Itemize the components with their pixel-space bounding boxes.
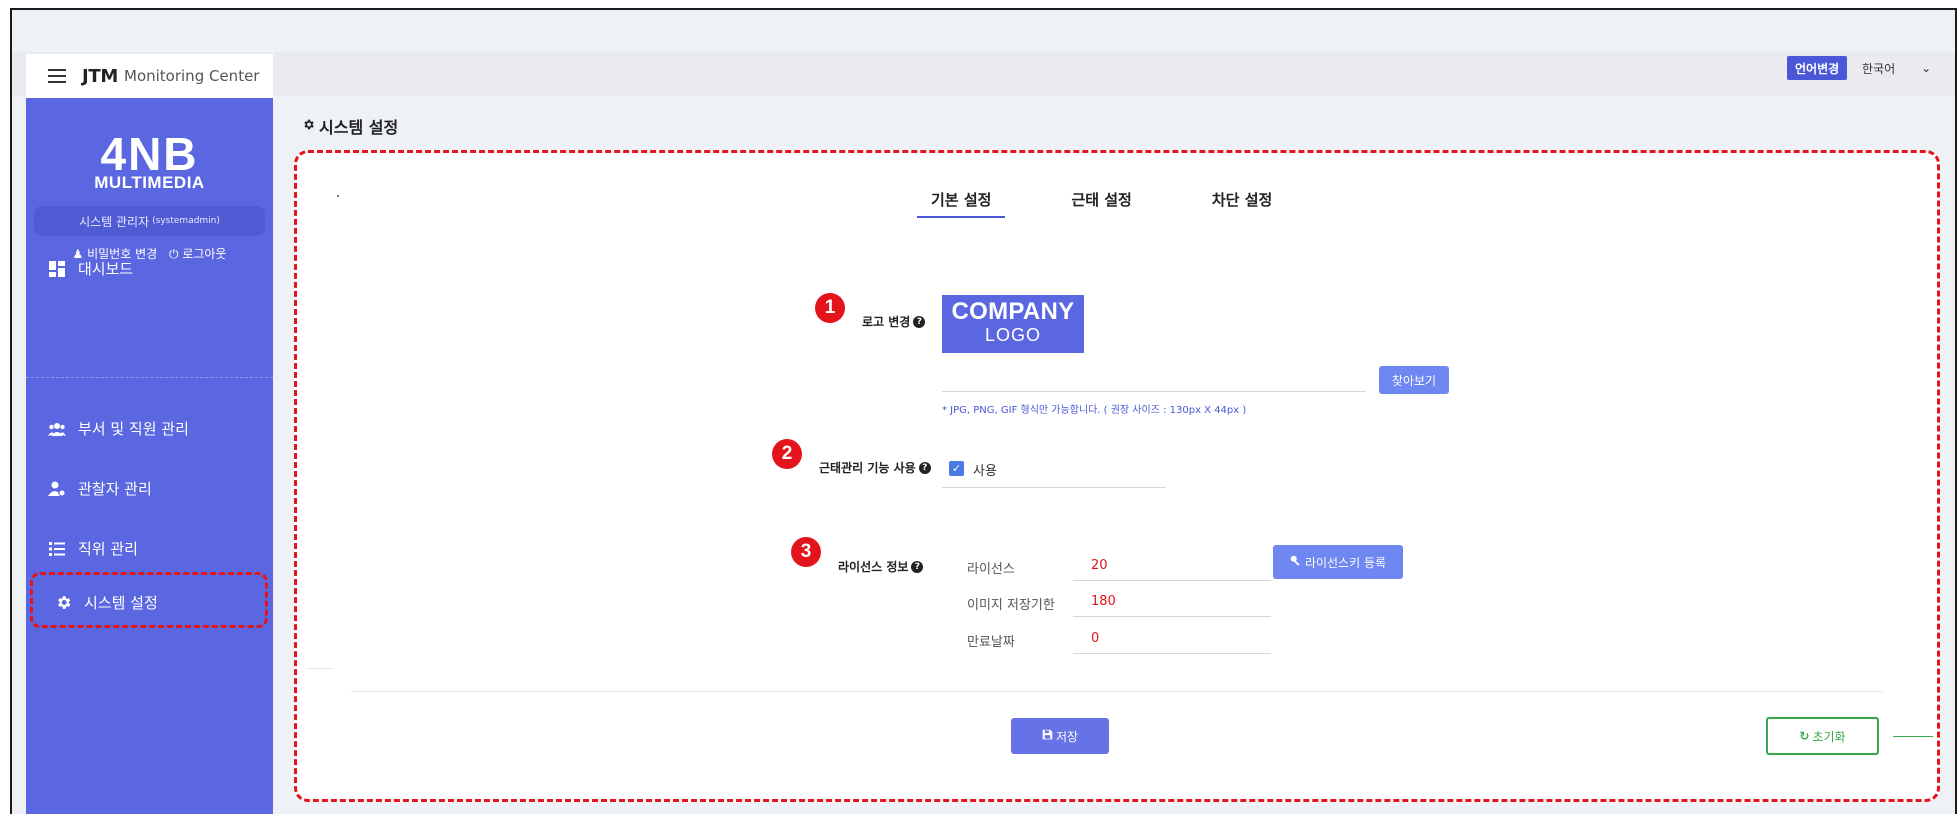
- tab-basic-settings[interactable]: 기본 설정: [917, 189, 1006, 218]
- logo-change-label: 로고 변경 ?: [862, 313, 926, 330]
- logo-main-text: 4NB: [100, 128, 199, 180]
- file-format-hint: * JPG, PNG, GIF 형식만 가능합니다. ( 권장 사이즈 : 13…: [942, 405, 1247, 416]
- gear-icon: [302, 118, 315, 135]
- expiry-field-underline: [1073, 653, 1271, 654]
- help-icon[interactable]: ?: [913, 315, 926, 328]
- floppy-disk-icon: [1042, 729, 1053, 743]
- attendance-field-underline: [942, 487, 1166, 488]
- logo-preview-line2: LOGO: [984, 325, 1041, 345]
- attendance-checkbox[interactable]: ✓: [949, 461, 964, 476]
- tab-block-settings[interactable]: 차단 설정: [1198, 189, 1286, 218]
- sidebar-item-label: 대시보드: [78, 260, 134, 278]
- sidebar: 4NB MULTIMEDIA 시스템 관리자 (systemadmin) ♟ 비…: [26, 98, 273, 814]
- attendance-label: 근태관리 기능 사용 ?: [819, 459, 931, 476]
- settings-tabs: 기본 설정 근태 설정 차단 설정: [917, 189, 1286, 218]
- language-select[interactable]: 한국어 ⌄: [1862, 56, 1931, 80]
- license-field-underline: [1073, 580, 1271, 581]
- chevron-down-icon: ⌄: [1921, 61, 1932, 75]
- retention-field-underline: [1073, 616, 1271, 617]
- step-badge-1: 1: [815, 293, 845, 323]
- sidebar-item-observers[interactable]: 관찰자 관리: [48, 478, 152, 499]
- app-window: JTM Monitoring Center 언어변경 한국어 ⌄ 4NB MUL…: [10, 8, 1957, 814]
- language-selected-value: 한국어: [1862, 61, 1896, 76]
- sidebar-item-dashboard[interactable]: 대시보드: [48, 258, 133, 279]
- menu-toggle-icon[interactable]: [48, 69, 66, 83]
- sidebar-item-label: 부서 및 직원 관리: [78, 420, 189, 438]
- save-button[interactable]: 저장: [1011, 718, 1109, 754]
- sidebar-item-departments[interactable]: 부서 및 직원 관리: [48, 418, 189, 439]
- reset-connector-line: [1893, 736, 1933, 737]
- help-icon[interactable]: ?: [918, 461, 931, 474]
- company-logo-4nb: 4NB MULTIMEDIA: [26, 128, 273, 192]
- file-path-field[interactable]: [942, 391, 1366, 392]
- brand-header: JTM Monitoring Center: [26, 54, 273, 98]
- sidebar-item-label: 시스템 설정: [84, 594, 158, 612]
- sidebar-item-label: 관찰자 관리: [78, 480, 152, 498]
- page-title-text: 시스템 설정: [319, 118, 399, 137]
- help-icon[interactable]: ?: [911, 560, 924, 573]
- app-subtitle: Monitoring Center: [124, 67, 260, 85]
- dashboard-icon: [48, 260, 66, 278]
- divider-stub: [307, 668, 333, 669]
- license-info-label: 라이선스 정보 ?: [838, 558, 924, 575]
- register-license-key-button[interactable]: 라이선스키 등록: [1273, 545, 1403, 579]
- expiry-date-label: 만료날짜: [967, 635, 1015, 650]
- save-button-label: 저장: [1055, 729, 1079, 744]
- admin-name: 시스템 관리자: [79, 214, 150, 229]
- expiry-date-value: 0: [1091, 631, 1100, 646]
- sidebar-item-system-settings[interactable]: 시스템 설정: [54, 592, 158, 613]
- license-count-value: 20: [1091, 558, 1108, 573]
- browse-button[interactable]: 찾아보기: [1379, 366, 1449, 394]
- sidebar-divider: [26, 377, 273, 378]
- image-retention-label: 이미지 저장기한: [967, 598, 1055, 613]
- step-badge-2: 2: [772, 439, 802, 469]
- logo-sub-text: MULTIMEDIA: [94, 173, 205, 192]
- tab-attendance-settings[interactable]: 근태 설정: [1057, 189, 1145, 218]
- license-row-label: 라이선스: [967, 562, 1015, 577]
- step-badge-3: 3: [791, 537, 821, 567]
- refresh-icon: ↻: [1799, 729, 1810, 743]
- logout-label: 로그아웃: [182, 247, 227, 261]
- key-icon: [1290, 555, 1302, 570]
- gear-icon: [54, 594, 72, 612]
- register-license-key-label: 라이선스키 등록: [1304, 555, 1387, 570]
- people-icon: [48, 420, 66, 438]
- reset-button[interactable]: ↻ 초기화: [1766, 717, 1879, 755]
- logo-preview-line1: COMPANY: [951, 298, 1075, 325]
- admin-profile: 시스템 관리자 (systemadmin): [34, 206, 265, 236]
- top-bar: [12, 52, 1955, 96]
- language-change-button[interactable]: 언어변경: [1787, 56, 1848, 80]
- license-info-label-text: 라이선스 정보: [838, 560, 909, 574]
- reset-button-label: 초기화: [1812, 729, 1846, 744]
- app-title: JTM: [82, 65, 118, 87]
- footer-divider: [351, 691, 1883, 692]
- company-logo-preview: COMPANY LOGO: [942, 295, 1084, 353]
- sidebar-item-label: 직위 관리: [78, 540, 138, 558]
- settings-panel: 기본 설정 근태 설정 차단 설정 1 로고 변경 ? COMPANY LOGO…: [294, 150, 1940, 802]
- attendance-checkbox-label: 사용: [973, 464, 997, 479]
- sidebar-item-positions[interactable]: 직위 관리: [48, 538, 138, 559]
- power-icon: ⏻: [168, 247, 179, 261]
- list-icon: [48, 540, 66, 558]
- decorative-dot: [337, 195, 339, 197]
- admin-id: (systemadmin): [152, 216, 220, 226]
- logout-link[interactable]: ⏻ 로그아웃: [169, 247, 227, 261]
- attendance-label-text: 근태관리 기능 사용: [819, 461, 916, 475]
- image-retention-value: 180: [1091, 594, 1116, 609]
- page-title: 시스템 설정: [302, 114, 398, 138]
- user-gear-icon: [48, 480, 66, 498]
- logo-change-label-text: 로고 변경: [862, 315, 911, 329]
